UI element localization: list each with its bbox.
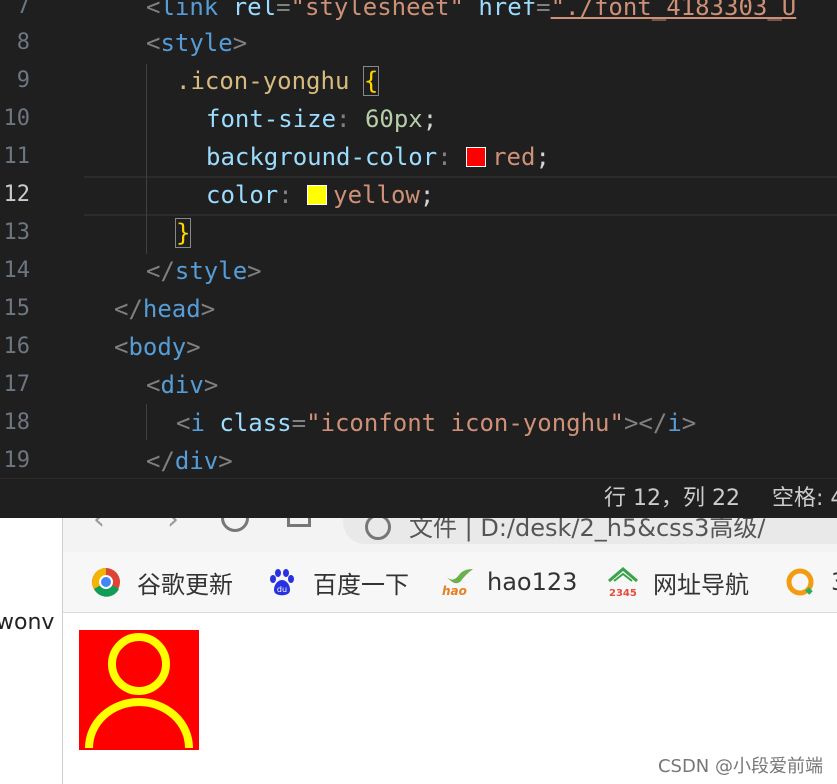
code-line: 14 </style>: [0, 252, 837, 290]
chrome-icon: [91, 567, 121, 597]
back-icon[interactable]: ‹: [93, 518, 105, 537]
line-number: 8: [16, 30, 30, 55]
reload-icon[interactable]: [221, 518, 249, 532]
code-line: 8 <style>: [0, 24, 837, 62]
svg-text:2345: 2345: [609, 588, 637, 599]
360-icon: [785, 567, 815, 597]
bookmark-label: 网址导航: [653, 570, 749, 599]
address-bar[interactable]: 文件 | D:/desk/2_h5&css3高级/: [343, 518, 837, 544]
indent-setting[interactable]: 空格: 4: [772, 479, 837, 519]
line-number: 12: [3, 182, 31, 207]
svg-text:hao: hao: [442, 584, 467, 597]
code-line: 17 <div>: [0, 366, 837, 404]
code-editor[interactable]: 7 <link rel="stylesheet" href="./font_41…: [0, 0, 837, 478]
code-line: 7 <link rel="stylesheet" href="./font_41…: [0, 0, 837, 26]
color-swatch-yellow[interactable]: [307, 185, 328, 205]
code-line: 12 color: yellow;: [0, 176, 837, 214]
code-line: 16 <body>: [0, 328, 837, 366]
bookmark-label: 谷歌更新: [137, 570, 233, 599]
bookmarks-bar: 谷歌更新 du 百度一下 hao hao123 2345 网址导航 3: [63, 552, 837, 613]
line-number: 16: [3, 334, 31, 359]
bookmark-chrome-update[interactable]: 谷歌更新: [91, 552, 233, 612]
line-number: 15: [3, 296, 31, 321]
svg-text:du: du: [277, 585, 287, 594]
line-number: 10: [3, 106, 31, 131]
line-number: 19: [3, 448, 31, 473]
home-icon[interactable]: [287, 518, 311, 527]
code-line: 19 </div>: [0, 442, 837, 478]
baidu-icon: du: [267, 567, 297, 597]
bookmark-label: 3: [831, 568, 837, 596]
watermark: CSDN @小段爱前端: [657, 756, 823, 777]
color-swatch-red[interactable]: [466, 147, 487, 167]
bookmark-2345[interactable]: 2345 网址导航: [607, 552, 749, 612]
cursor-position[interactable]: 行 12，列 22: [604, 479, 740, 519]
page-content: CSDN @小段爱前端: [63, 613, 837, 784]
code-line: 9 .icon-yonghu {: [0, 62, 837, 100]
line-number: 18: [3, 410, 31, 435]
bookmark-label: hao123: [487, 568, 578, 596]
bookmark-label: 百度一下: [313, 570, 409, 599]
2345-icon: 2345: [607, 567, 638, 599]
line-number: 7: [16, 0, 30, 19]
code-line: 18 <i class="iconfont icon-yonghu"></i>: [0, 404, 837, 442]
background-window-edge: wonv: [0, 518, 63, 784]
browser-window: wonv ‹ › 文件 | D:/desk/2_h5&css3高级/ 谷歌更新 …: [0, 518, 837, 784]
hao123-icon: hao: [441, 567, 473, 598]
info-icon[interactable]: [365, 518, 391, 540]
code-line: 13 }: [0, 214, 837, 252]
code-line: 11 background-color: red;: [0, 138, 837, 176]
user-icon: [79, 630, 199, 750]
line-number: 13: [3, 220, 31, 245]
line-number: 17: [3, 372, 31, 397]
status-bar: 行 12，列 22 空格: 4: [0, 478, 837, 519]
browser-toolbar: ‹ › 文件 | D:/desk/2_h5&css3高级/: [63, 518, 837, 552]
line-number: 11: [3, 144, 31, 169]
cut-off-text: wonv: [0, 610, 55, 635]
bookmark-hao123[interactable]: hao hao123: [441, 552, 577, 612]
bookmark-360[interactable]: 3: [785, 552, 837, 612]
line-number: 14: [3, 258, 31, 283]
forward-icon[interactable]: ›: [167, 518, 179, 537]
address-text[interactable]: 文件 | D:/desk/2_h5&css3高级/: [409, 518, 766, 543]
code-line: 10 font-size: 60px;: [0, 100, 837, 138]
bookmark-baidu[interactable]: du 百度一下: [267, 552, 409, 612]
code-line: 15 </head>: [0, 290, 837, 328]
line-number: 9: [16, 68, 30, 93]
